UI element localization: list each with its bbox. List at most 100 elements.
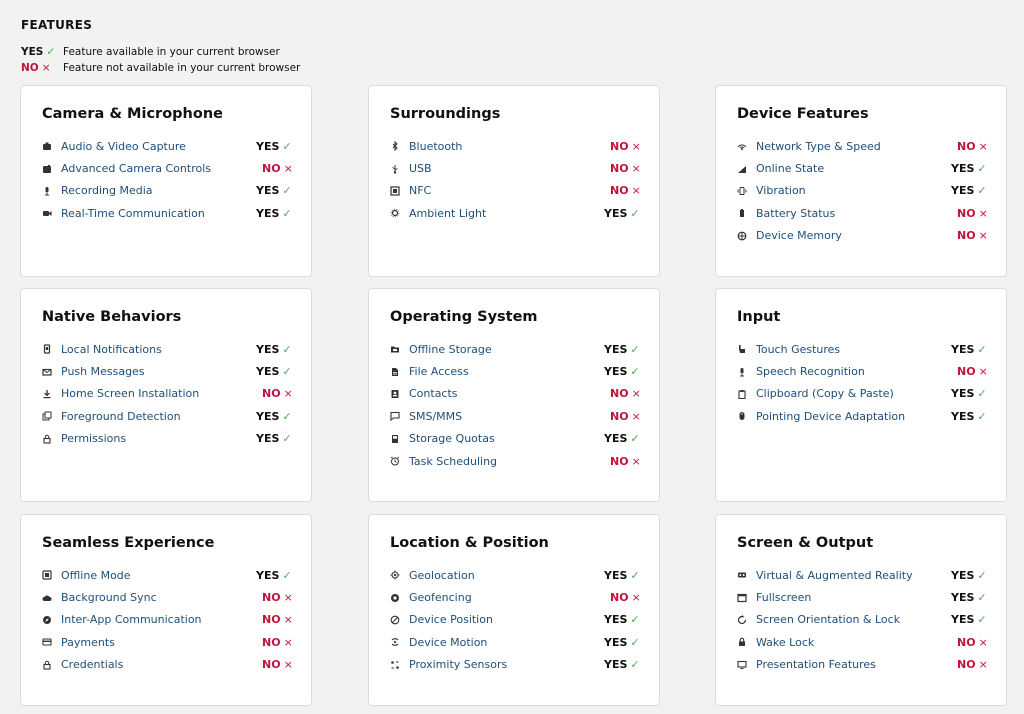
feature-row: Device Memory NO × bbox=[737, 225, 989, 247]
feature-link[interactable]: Bluetooth bbox=[409, 140, 604, 153]
feature-link[interactable]: Device Position bbox=[409, 613, 604, 626]
feature-link[interactable]: Ambient Light bbox=[409, 207, 604, 220]
feature-link[interactable]: Device Memory bbox=[756, 229, 951, 242]
legend: YES ✓ Feature available in your current b… bbox=[21, 44, 300, 76]
feature-link[interactable]: Offline Storage bbox=[409, 343, 604, 356]
status-text: NO bbox=[957, 365, 976, 379]
feature-link[interactable]: Pointing Device Adaptation bbox=[756, 410, 951, 423]
feature-link[interactable]: NFC bbox=[409, 184, 604, 197]
feature-link[interactable]: Clipboard (Copy & Paste) bbox=[756, 387, 951, 400]
check-icon: ✓ bbox=[46, 46, 56, 58]
usb-icon bbox=[390, 163, 409, 175]
feature-link[interactable]: Contacts bbox=[409, 387, 604, 400]
folder-icon bbox=[390, 343, 409, 355]
feature-link[interactable]: Fullscreen bbox=[756, 591, 951, 604]
feature-row: Inter-App Communication NO × bbox=[42, 609, 294, 631]
card-operating-system: Operating System Offline Storage YES ✓ File … bbox=[368, 288, 660, 502]
legend-no-status: NO bbox=[21, 62, 39, 74]
feature-status: YES ✓ bbox=[951, 591, 989, 604]
status-text: NO bbox=[957, 635, 976, 649]
feature-link[interactable]: Credentials bbox=[61, 658, 256, 671]
video-call-icon bbox=[42, 207, 61, 219]
feature-row: NFC NO × bbox=[390, 180, 642, 202]
feature-link[interactable]: Speech Recognition bbox=[756, 365, 951, 378]
status-text: YES bbox=[256, 568, 280, 582]
status-text: NO bbox=[610, 184, 629, 198]
feature-status: NO × bbox=[604, 455, 642, 468]
feature-link[interactable]: Push Messages bbox=[61, 365, 256, 378]
feature-link[interactable]: Screen Orientation & Lock bbox=[756, 613, 951, 626]
cross-icon: × bbox=[283, 387, 293, 401]
feature-link[interactable]: Storage Quotas bbox=[409, 432, 604, 445]
status-text: YES bbox=[951, 409, 975, 423]
check-icon: ✓ bbox=[977, 613, 987, 627]
feature-link[interactable]: Virtual & Augmented Reality bbox=[756, 569, 951, 582]
status-text: YES bbox=[951, 591, 975, 605]
feature-link[interactable]: Online State bbox=[756, 162, 951, 175]
microphone-icon bbox=[42, 185, 61, 197]
card-title: Seamless Experience bbox=[42, 535, 215, 551]
status-text: YES bbox=[604, 432, 628, 446]
feature-row: Proximity Sensors YES ✓ bbox=[390, 654, 642, 676]
feature-status: YES ✓ bbox=[951, 569, 989, 582]
status-text: YES bbox=[604, 613, 628, 627]
cross-icon: × bbox=[978, 658, 988, 672]
card-native-behaviors: Native Behaviors Local Notifications YES ✓ P… bbox=[20, 288, 312, 502]
feature-row: Virtual & Augmented Reality YES ✓ bbox=[737, 564, 989, 586]
feature-link[interactable]: Inter-App Communication bbox=[61, 613, 256, 626]
feature-row: Foreground Detection YES ✓ bbox=[42, 405, 294, 427]
feature-link[interactable]: Home Screen Installation bbox=[61, 387, 256, 400]
feature-link[interactable]: Real-Time Communication bbox=[61, 207, 256, 220]
feature-link[interactable]: Foreground Detection bbox=[61, 410, 256, 423]
feature-status: YES ✓ bbox=[951, 410, 989, 423]
feature-link[interactable]: Background Sync bbox=[61, 591, 256, 604]
contacts-icon bbox=[390, 388, 409, 400]
camera-icon bbox=[42, 140, 61, 152]
feature-list: Bluetooth NO × USB NO × NFC NO × Ambient Light YES… bbox=[390, 135, 642, 225]
feature-link[interactable]: Geofencing bbox=[409, 591, 604, 604]
feature-list: Geolocation YES ✓ Geofencing NO × Device Posit… bbox=[390, 564, 642, 676]
feature-row: Offline Mode YES ✓ bbox=[42, 564, 294, 586]
feature-link[interactable]: SMS/MMS bbox=[409, 410, 604, 423]
touch-icon bbox=[737, 343, 756, 355]
feature-link[interactable]: Advanced Camera Controls bbox=[61, 162, 256, 175]
orientation-icon bbox=[390, 614, 409, 626]
feature-link[interactable]: Network Type & Speed bbox=[756, 140, 951, 153]
status-text: NO bbox=[610, 139, 629, 153]
feature-link[interactable]: Local Notifications bbox=[61, 343, 256, 356]
feature-link[interactable]: Offline Mode bbox=[61, 569, 256, 582]
feature-link[interactable]: Battery Status bbox=[756, 207, 951, 220]
memory-icon bbox=[737, 230, 756, 242]
feature-link[interactable]: Geolocation bbox=[409, 569, 604, 582]
status-text: NO bbox=[610, 454, 629, 468]
feature-link[interactable]: Task Scheduling bbox=[409, 455, 604, 468]
feature-link[interactable]: Payments bbox=[61, 636, 256, 649]
message-icon bbox=[390, 410, 409, 422]
feature-link[interactable]: Touch Gestures bbox=[756, 343, 951, 356]
feature-link[interactable]: Wake Lock bbox=[756, 636, 951, 649]
feature-link[interactable]: Proximity Sensors bbox=[409, 658, 604, 671]
feature-link[interactable]: Vibration bbox=[756, 184, 951, 197]
card-title: Device Features bbox=[737, 106, 869, 122]
card-screen-and-output: Screen & Output Virtual & Augmented Reali… bbox=[715, 514, 1007, 706]
feature-link[interactable]: Permissions bbox=[61, 432, 256, 445]
feature-link[interactable]: Presentation Features bbox=[756, 658, 951, 671]
feature-link[interactable]: Device Motion bbox=[409, 636, 604, 649]
monitor-icon bbox=[737, 659, 756, 671]
motion-icon bbox=[390, 636, 409, 648]
feature-status: YES ✓ bbox=[256, 140, 294, 153]
feature-link[interactable]: Audio & Video Capture bbox=[61, 140, 256, 153]
feature-link[interactable]: File Access bbox=[409, 365, 604, 378]
cross-icon: × bbox=[631, 409, 641, 423]
check-icon: ✓ bbox=[630, 568, 640, 582]
feature-status: NO × bbox=[604, 387, 642, 400]
feature-status: NO × bbox=[256, 658, 294, 671]
feature-status: YES ✓ bbox=[604, 569, 642, 582]
feature-row: Fullscreen YES ✓ bbox=[737, 586, 989, 608]
legend-yes-status: YES bbox=[21, 46, 44, 58]
microphone-icon bbox=[737, 366, 756, 378]
feature-status: NO × bbox=[604, 162, 642, 175]
feature-link[interactable]: Recording Media bbox=[61, 184, 256, 197]
status-text: YES bbox=[951, 568, 975, 582]
feature-link[interactable]: USB bbox=[409, 162, 604, 175]
